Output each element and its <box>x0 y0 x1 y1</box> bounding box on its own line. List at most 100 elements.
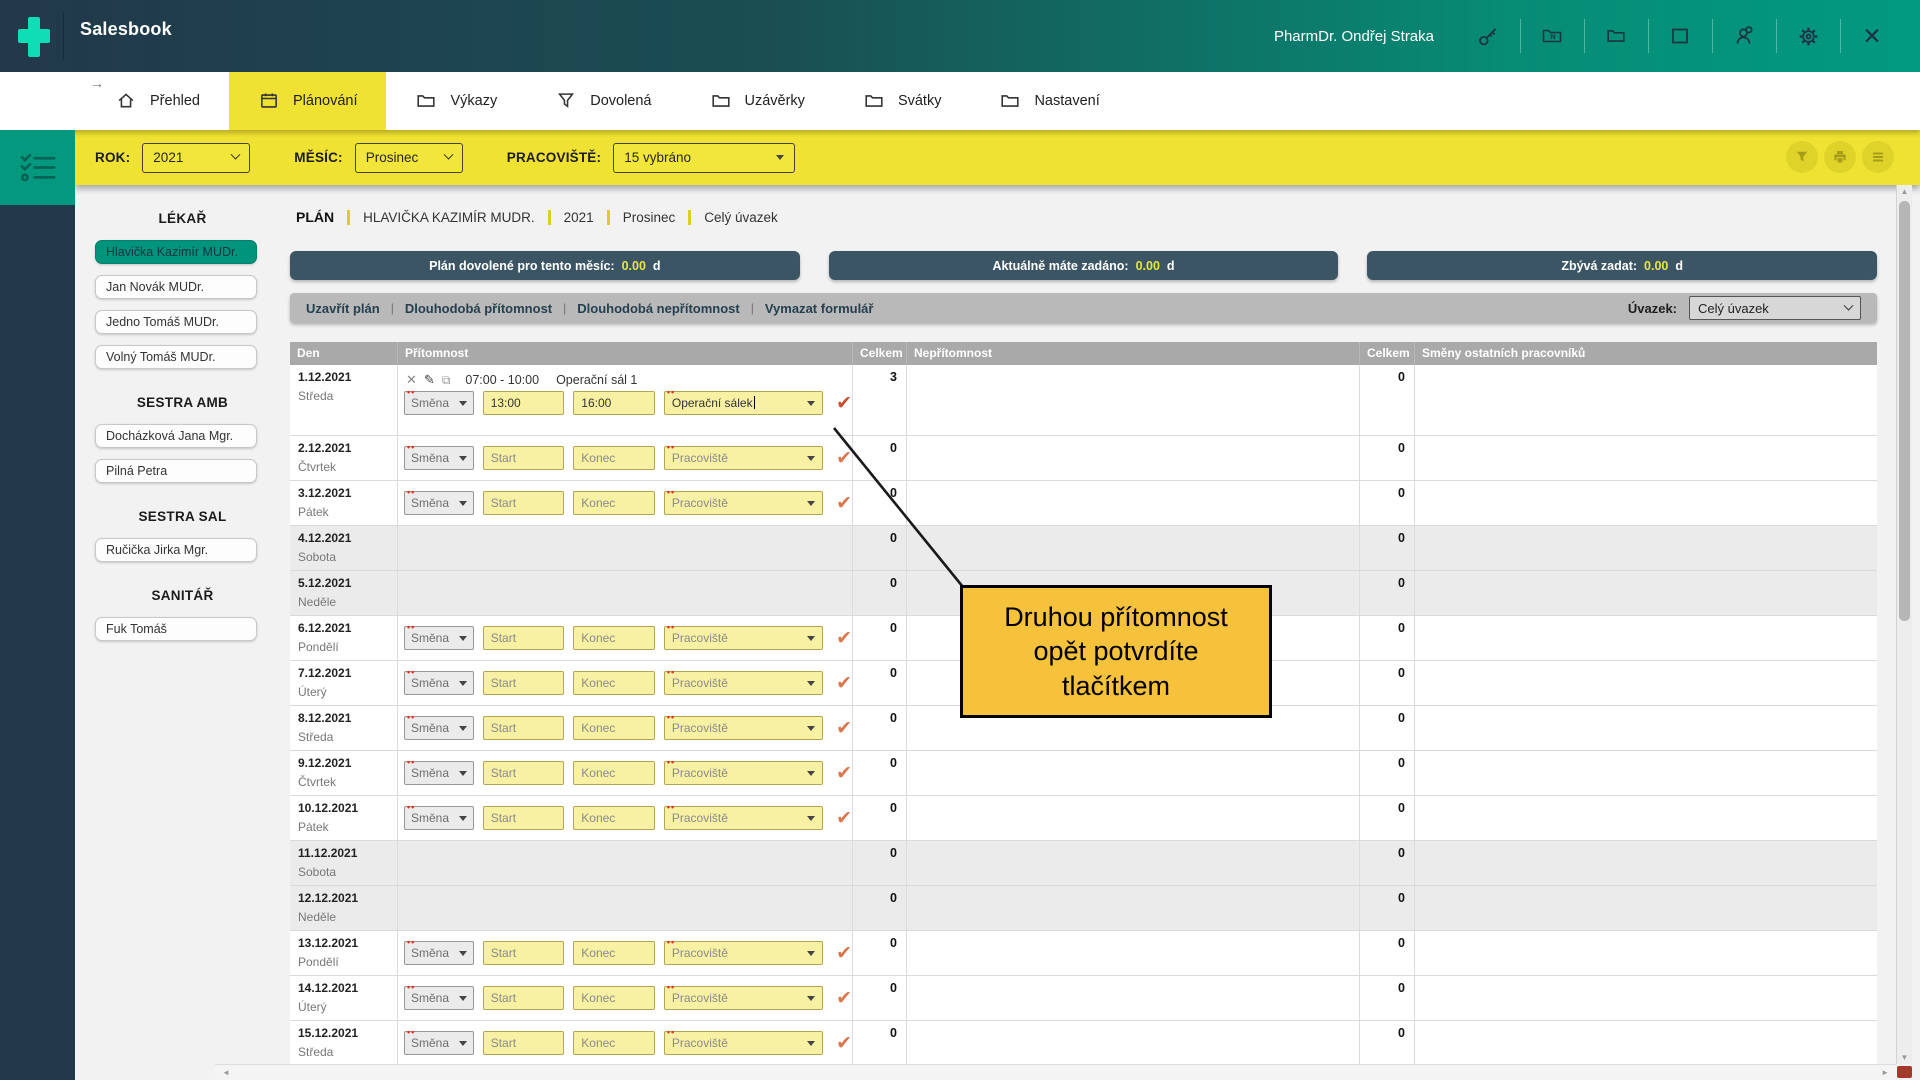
toolbar-action[interactable]: Vymazat formulář <box>765 301 874 316</box>
close-icon[interactable]: ✕ <box>1840 8 1904 64</box>
folder-n-icon[interactable]: N <box>1520 8 1584 64</box>
start-time-input[interactable] <box>483 392 564 414</box>
start-time-input[interactable] <box>483 942 564 964</box>
toolbar-action[interactable]: Dlouhodobá nepřítomnost <box>577 301 739 316</box>
shift-select[interactable]: •• Směna <box>404 667 474 695</box>
menu-icon[interactable] <box>1862 141 1894 173</box>
workplace-select[interactable]: •• Pracoviště <box>663 937 824 965</box>
user-icon[interactable] <box>1712 8 1776 64</box>
folder-icon[interactable] <box>1584 8 1648 64</box>
workplace-select[interactable]: •• Pracoviště <box>663 802 824 830</box>
workplace-select[interactable]: •• Pracoviště <box>663 712 824 740</box>
end-time-input[interactable] <box>574 392 654 414</box>
workplace-select[interactable]: •• Pracoviště <box>663 622 824 650</box>
shift-select[interactable]: •• Směna <box>404 937 474 965</box>
confirm-entry-button[interactable]: ✔ <box>836 674 852 693</box>
shift-select[interactable]: •• Směna <box>404 622 474 650</box>
staff-member-pill[interactable]: Pilná Petra <box>95 459 257 483</box>
staff-member-pill[interactable]: Ručička Jirka Mgr. <box>95 538 257 562</box>
scroll-down-arrow[interactable]: ▼ <box>1897 1053 1912 1062</box>
toolbar-action[interactable]: Dlouhodobá přítomnost <box>405 301 552 316</box>
start-time-input[interactable] <box>483 807 564 829</box>
tab-dovolená[interactable]: Dovolená <box>526 72 680 130</box>
start-time-input[interactable] <box>483 762 564 784</box>
scroll-up-arrow[interactable]: ▲ <box>1897 187 1912 196</box>
start-time-input[interactable] <box>483 672 564 694</box>
gear-icon[interactable] <box>1776 8 1840 64</box>
staff-member-pill[interactable]: Jedno Tomáš MUDr. <box>95 310 257 334</box>
confirm-entry-button[interactable]: ✔ <box>836 764 852 783</box>
shift-select[interactable]: •• Směna <box>404 1027 474 1055</box>
vertical-scroll-thumb[interactable] <box>1899 201 1910 621</box>
tab-plánování[interactable]: Plánování <box>228 72 387 130</box>
confirm-entry-button[interactable]: ✔ <box>836 719 852 738</box>
edit-entry-icon[interactable]: ✎ <box>424 372 435 388</box>
rok-select[interactable]: 2021 <box>142 142 251 173</box>
confirm-entry-button[interactable]: ✔ <box>836 629 852 648</box>
toolbar-action[interactable]: Uzavřít plán <box>306 301 380 316</box>
workplace-select[interactable]: •• Pracoviště <box>663 487 824 515</box>
start-time-input[interactable] <box>483 627 564 649</box>
tab-přehled[interactable]: Přehled <box>86 72 229 130</box>
shift-select[interactable]: •• Směna <box>404 442 474 470</box>
confirm-entry-button[interactable]: ✔ <box>836 449 852 468</box>
confirm-entry-button[interactable]: ✔ <box>836 394 852 413</box>
horizontal-scrollbar[interactable]: ◄ ► <box>215 1064 1896 1080</box>
key-icon[interactable] <box>1456 8 1520 64</box>
staff-member-pill[interactable]: Docházková Jana Mgr. <box>95 424 257 448</box>
staff-member-pill[interactable]: Volný Tomáš MUDr. <box>95 345 257 369</box>
start-time-input[interactable] <box>483 492 564 514</box>
staff-member-pill[interactable]: Jan Novák MUDr. <box>95 275 257 299</box>
tab-nastavení[interactable]: Nastavení <box>970 72 1128 130</box>
app-title: Salesbook <box>80 18 172 39</box>
confirm-entry-button[interactable]: ✔ <box>836 1034 852 1053</box>
workplace-select[interactable]: •• Pracoviště <box>663 442 824 470</box>
workplace-select[interactable]: •• Pracoviště <box>663 982 824 1010</box>
start-time-input[interactable] <box>483 1032 564 1054</box>
shift-select[interactable]: •• Směna <box>404 387 474 415</box>
staff-member-pill[interactable]: Hlavička Kazimír MUDr. <box>95 240 257 264</box>
scroll-right-arrow[interactable]: ► <box>1881 1068 1889 1077</box>
shift-select[interactable]: •• Směna <box>404 712 474 740</box>
copy-entry-icon[interactable]: ⧉ <box>442 373 451 388</box>
tab-svátky[interactable]: Svátky <box>834 72 971 130</box>
workplace-select[interactable]: •• Operační sálek <box>663 387 824 415</box>
end-time-input[interactable] <box>574 1032 654 1054</box>
staff-member-pill[interactable]: Fuk Tomáš <box>95 617 257 641</box>
mesic-select[interactable]: Prosinec <box>354 142 463 173</box>
end-time-input[interactable] <box>574 717 654 739</box>
confirm-entry-button[interactable]: ✔ <box>836 944 852 963</box>
vertical-scrollbar[interactable]: ▲ ▼ <box>1896 185 1912 1064</box>
window-icon[interactable] <box>1648 8 1712 64</box>
sidebar-checklist-icon[interactable] <box>0 130 75 205</box>
end-time-input[interactable] <box>574 672 654 694</box>
workplace-select[interactable]: •• Pracoviště <box>663 667 824 695</box>
filter-icon[interactable] <box>1786 141 1818 173</box>
scroll-left-arrow[interactable]: ◄ <box>222 1068 230 1077</box>
tab-uzávěrky[interactable]: Uzávěrky <box>681 72 834 130</box>
shift-select[interactable]: •• Směna <box>404 802 474 830</box>
contract-select[interactable]: Celý úvazek <box>1689 296 1861 320</box>
start-time-input[interactable] <box>483 717 564 739</box>
confirm-entry-button[interactable]: ✔ <box>836 989 852 1008</box>
delete-entry-icon[interactable]: ✕ <box>406 372 417 388</box>
shift-select[interactable]: •• Směna <box>404 757 474 785</box>
end-time-input[interactable] <box>574 492 654 514</box>
end-time-input[interactable] <box>574 807 654 829</box>
tab-výkazy[interactable]: Výkazy <box>386 72 526 130</box>
workplace-select[interactable]: •• Pracoviště <box>663 1027 824 1055</box>
end-time-input[interactable] <box>574 987 654 1009</box>
shift-select[interactable]: •• Směna <box>404 982 474 1010</box>
workplace-select[interactable]: •• Pracoviště <box>663 757 824 785</box>
shift-select[interactable]: •• Směna <box>404 487 474 515</box>
print-icon[interactable] <box>1824 141 1856 173</box>
end-time-input[interactable] <box>574 942 654 964</box>
end-time-input[interactable] <box>574 627 654 649</box>
confirm-entry-button[interactable]: ✔ <box>836 809 852 828</box>
start-time-input[interactable] <box>483 447 564 469</box>
start-time-input[interactable] <box>483 987 564 1009</box>
end-time-input[interactable] <box>574 762 654 784</box>
pracoviste-select[interactable]: 15 vybráno <box>613 142 796 173</box>
end-time-input[interactable] <box>574 447 654 469</box>
confirm-entry-button[interactable]: ✔ <box>836 494 852 513</box>
